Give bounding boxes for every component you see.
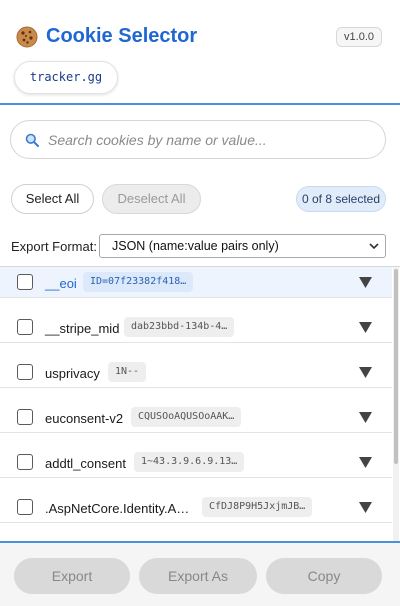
cookie-value: ID=07f23382f418… [83, 272, 194, 292]
cookie-row[interactable]: addtl_consent 1~43.3.9.6.9.13… [0, 433, 392, 478]
cookie-list[interactable]: __eoi ID=07f23382f418… __stripe_mid dab2… [0, 266, 400, 541]
cookie-name: addtl_consent [45, 456, 126, 471]
popup-header: Cookie Selector v1.0.0 tracker.gg [0, 0, 400, 105]
cookie-value: 1~43.3.9.6.9.13… [134, 452, 245, 472]
cookie-name: .AspNetCore.Identity.A… [45, 501, 190, 516]
cookie-name: euconsent-v2 [45, 411, 124, 426]
cookie-row[interactable]: euconsent-v2 CQUSOoAQUSOoAAK… [0, 388, 392, 433]
cookie-checkbox[interactable] [17, 409, 33, 425]
export-format-label: Export Format: [11, 239, 97, 254]
cookie-row[interactable]: __eoi ID=07f23382f418… [0, 267, 392, 298]
export-button[interactable]: Export [14, 558, 130, 594]
cookie-checkbox[interactable] [17, 454, 33, 470]
version-badge: v1.0.0 [336, 27, 382, 47]
expand-caret-icon[interactable] [359, 502, 372, 513]
cookie-name: __stripe_mid [45, 321, 120, 336]
export-as-button[interactable]: Export As [139, 558, 257, 594]
chevron-down-icon [369, 243, 379, 250]
cookie-row[interactable]: usprivacy 1N-- [0, 343, 392, 388]
cookie-checkbox[interactable] [17, 319, 33, 335]
selection-count-badge: 0 of 8 selected [296, 186, 386, 212]
select-all-button[interactable]: Select All [11, 184, 94, 214]
expand-caret-icon[interactable] [359, 412, 372, 423]
cookie-row[interactable]: __stripe_mid dab23bbd-134b-4… [0, 298, 392, 343]
search-box[interactable] [10, 120, 386, 159]
export-format-select[interactable]: JSON (name:value pairs only) [99, 234, 386, 258]
expand-caret-icon[interactable] [359, 322, 372, 333]
domain-chip: tracker.gg [14, 61, 118, 94]
cookie-value: CQUSOoAQUSOoAAK… [131, 407, 242, 427]
export-format-value: JSON (name:value pairs only) [112, 239, 279, 253]
cookie-row[interactable]: .AspNetCore.Identity.A… CfDJ8P9H5JxjmJB… [0, 478, 392, 523]
cookie-name: __eoi [45, 276, 77, 291]
copy-button[interactable]: Copy [266, 558, 382, 594]
cookie-checkbox[interactable] [17, 364, 33, 380]
expand-caret-icon[interactable] [359, 277, 372, 288]
app-title: Cookie Selector [46, 25, 198, 47]
cookie-checkbox[interactable] [17, 274, 33, 290]
cookie-name: usprivacy [45, 366, 100, 381]
deselect-all-button[interactable]: Deselect All [102, 184, 201, 214]
expand-caret-icon[interactable] [359, 367, 372, 378]
expand-caret-icon[interactable] [359, 457, 372, 468]
scrollbar-thumb[interactable] [394, 269, 398, 464]
cookie-icon [16, 26, 38, 48]
action-footer: Export Export As Copy [0, 541, 400, 606]
search-input[interactable] [48, 121, 378, 158]
cookie-value: dab23bbd-134b-4… [124, 317, 235, 337]
cookie-checkbox[interactable] [17, 499, 33, 515]
search-icon [25, 133, 39, 147]
cookie-value: 1N-- [108, 362, 147, 382]
cookie-value: CfDJ8P9H5JxjmJB… [202, 497, 313, 517]
